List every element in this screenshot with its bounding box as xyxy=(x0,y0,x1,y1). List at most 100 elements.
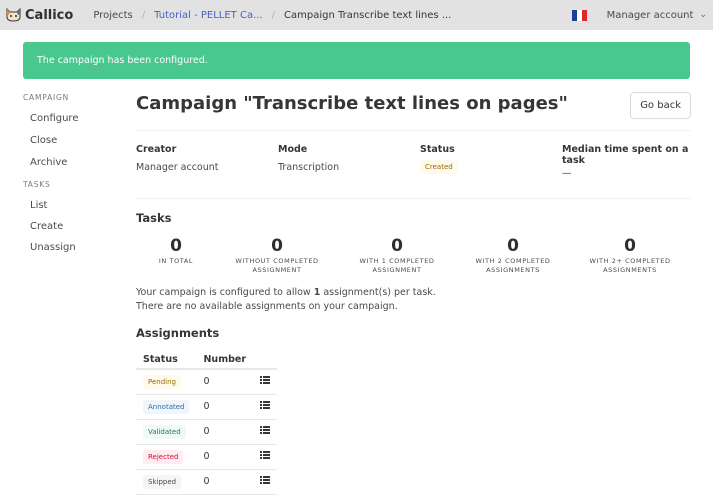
number-cell: 0 xyxy=(196,469,254,495)
actions-cell xyxy=(253,394,278,420)
sidebar: CAMPAIGN Configure Close Archive TASKS L… xyxy=(23,93,123,258)
status-badge: Skipped xyxy=(143,474,182,489)
main-content: Campaign "Transcribe text lines on pages… xyxy=(136,85,691,495)
assignment-config-text: Your campaign is configured to allow 1 a… xyxy=(136,286,436,314)
config-suffix: assignment(s) per task. xyxy=(320,287,436,298)
assignments-per-task: Your campaign is configured to allow 1 a… xyxy=(136,286,436,300)
status-field: Status Created xyxy=(420,144,458,174)
success-notification: The campaign has been configured. xyxy=(23,42,690,79)
assignments-table: Status Number Pending 0 Annotated 0 Validate… xyxy=(136,350,278,495)
stat-with-1-completed: 0 WITH 1 COMPLETED ASSIGNMENT xyxy=(359,236,434,275)
stat-label: ASSIGNMENTS xyxy=(603,266,657,274)
cat-logo-icon xyxy=(6,7,21,22)
availability-text: There are no available assignments on yo… xyxy=(136,301,398,312)
breadcrumb-current: Campaign Transcribe text lines ... xyxy=(284,9,452,21)
table-row: Pending 0 xyxy=(136,369,278,395)
status-badge: Rejected xyxy=(143,449,184,464)
sidebar-item-create[interactable]: Create xyxy=(23,216,123,237)
tasks-heading: Tasks xyxy=(136,211,172,225)
number-cell: 0 xyxy=(196,394,254,420)
projects-link[interactable]: Projects xyxy=(93,10,132,21)
sidebar-item-archive[interactable]: Archive xyxy=(23,152,123,174)
stat-value: 0 xyxy=(624,236,636,256)
status-cell: Validated xyxy=(136,419,197,445)
status-label: Status xyxy=(420,144,455,155)
table-header-row: Status Number xyxy=(136,350,278,370)
assignments-heading: Assignments xyxy=(136,326,220,340)
column-header-status: Status xyxy=(136,350,197,370)
sidebar-item-close[interactable]: Close xyxy=(23,130,123,152)
stat-label: WITH 1 COMPLETED xyxy=(359,257,435,265)
number-cell: 0 xyxy=(196,444,254,470)
mode-value: Transcription xyxy=(278,162,340,173)
account-menu[interactable]: Manager account xyxy=(607,10,694,21)
menu-label-tasks: TASKS xyxy=(23,180,51,189)
breadcrumb-separator: / xyxy=(141,9,146,21)
list-icon[interactable] xyxy=(260,451,271,459)
breadcrumb-separator: / xyxy=(271,9,275,21)
list-icon[interactable] xyxy=(260,476,271,484)
stat-value: 0 xyxy=(507,236,519,256)
stat-label: WITH 2+ COMPLETED xyxy=(589,257,671,265)
median-time-value: — xyxy=(562,168,572,179)
status-badge: Created xyxy=(420,160,458,174)
breadcrumb-project-link[interactable]: Tutorial - PELLET Ca... xyxy=(154,10,262,21)
actions-cell xyxy=(253,469,278,495)
menu-label-campaign: CAMPAIGN xyxy=(23,93,70,102)
number-cell: 0 xyxy=(196,369,254,395)
status-badge: Validated xyxy=(143,424,186,439)
stat-in-total: 0 IN TOTAL xyxy=(159,236,193,266)
stat-label: WITH 2 COMPLETED xyxy=(475,257,551,265)
table-row: Annotated 0 xyxy=(136,394,278,420)
stat-value: 0 xyxy=(271,236,283,256)
column-header-number: Number xyxy=(196,350,254,370)
stat-label: ASSIGNMENT xyxy=(252,266,302,274)
navbar: Callico Projects / Tutorial - PELLET Ca.… xyxy=(0,0,713,30)
page-title: Campaign "Transcribe text lines on pages… xyxy=(136,93,568,114)
list-icon[interactable] xyxy=(260,376,271,384)
stat-with-2-completed: 0 WITH 2 COMPLETED ASSIGNMENTS xyxy=(475,236,550,275)
creator-label: Creator xyxy=(136,144,177,155)
status-badge: Pending xyxy=(143,374,181,389)
stat-label: WITHOUT COMPLETED xyxy=(235,257,319,265)
stat-without-completed: 0 WITHOUT COMPLETED ASSIGNMENT xyxy=(235,236,318,275)
list-icon[interactable] xyxy=(260,401,271,409)
chevron-down-icon[interactable]: ⌄ xyxy=(699,10,707,20)
actions-cell xyxy=(253,444,278,470)
divider xyxy=(136,130,691,131)
table-row: Validated 0 xyxy=(136,419,278,445)
stat-label: ASSIGNMENT xyxy=(372,266,422,274)
stat-with-2-plus-completed: 0 WITH 2+ COMPLETED ASSIGNMENTS xyxy=(589,236,670,275)
number-cell: 0 xyxy=(196,419,254,445)
table-row: Rejected 0 xyxy=(136,444,278,470)
sidebar-item-configure[interactable]: Configure xyxy=(23,108,123,130)
table-row: Skipped 0 xyxy=(136,469,278,495)
median-time-field: Median time spent on a task — xyxy=(562,144,691,179)
status-cell: Annotated xyxy=(136,394,197,420)
breadcrumb: / Tutorial - PELLET Ca... / Campaign Tra… xyxy=(133,10,452,21)
brand-name: Callico xyxy=(25,7,74,23)
mode-field: Mode Transcription xyxy=(278,144,339,173)
config-prefix: Your campaign is configured to allow xyxy=(136,287,314,298)
sidebar-item-unassign[interactable]: Unassign xyxy=(23,237,123,258)
mode-label: Mode xyxy=(278,144,308,155)
french-flag-icon[interactable] xyxy=(571,9,587,21)
sidebar-item-list[interactable]: List xyxy=(23,195,123,216)
median-time-label: Median time spent on a task xyxy=(562,144,689,166)
notification-text: The campaign has been configured. xyxy=(37,55,208,66)
status-cell: Pending xyxy=(136,369,197,395)
list-icon[interactable] xyxy=(260,426,271,434)
column-header-actions xyxy=(253,350,278,370)
stat-value: 0 xyxy=(391,236,403,256)
stat-value: 0 xyxy=(170,236,182,256)
brand[interactable]: Callico xyxy=(6,8,73,23)
status-cell: Skipped xyxy=(136,469,197,495)
campaign-info: Creator Manager account Mode Transcripti… xyxy=(136,144,691,184)
status-badge: Annotated xyxy=(143,399,190,414)
go-back-button[interactable]: Go back xyxy=(630,92,691,119)
stat-label: IN TOTAL xyxy=(158,257,194,265)
creator-field: Creator Manager account xyxy=(136,144,219,173)
actions-cell xyxy=(253,369,278,395)
stat-label: ASSIGNMENTS xyxy=(486,266,540,274)
creator-value: Manager account xyxy=(136,162,219,173)
